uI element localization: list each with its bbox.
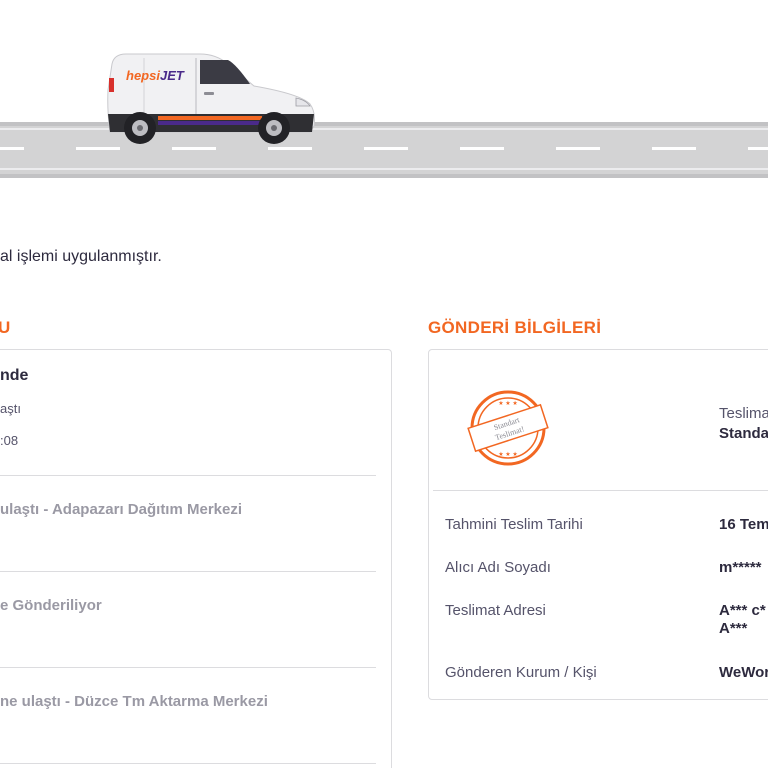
sender-label: Gönderen Kurum / Kişi — [445, 664, 597, 681]
history-divider — [0, 763, 376, 764]
road-dash — [652, 147, 696, 150]
road-dash — [748, 147, 768, 150]
notice-text: al işlemi uygulanmıştır. — [0, 248, 162, 265]
road-dash — [364, 147, 408, 150]
recipient-name-value: m***** — [719, 559, 762, 576]
delivery-type-value: Standa — [719, 425, 768, 442]
svg-text:★ ★ ★: ★ ★ ★ — [498, 451, 517, 458]
road-dash — [460, 147, 504, 150]
tracking-section-title: U — [0, 318, 11, 337]
delivery-van: hepsiJET — [107, 53, 315, 144]
road-edge — [0, 174, 768, 178]
info-divider — [433, 490, 768, 491]
svg-text:★ ★ ★: ★ ★ ★ — [498, 400, 517, 407]
delivery-address-value-line2: A*** — [719, 620, 748, 637]
road-dash — [172, 147, 216, 150]
current-status-time: :08 — [0, 433, 19, 448]
road-dash — [76, 147, 120, 150]
van-brand-first: hepsi — [126, 68, 160, 83]
delivery-address-value: A*** c* — [719, 602, 766, 619]
history-item: e Gönderiliyor — [0, 597, 102, 614]
history-divider — [0, 475, 376, 476]
svg-text:hepsiJET: hepsiJET — [126, 68, 185, 83]
van-brand-second: JET — [160, 68, 185, 83]
current-status-title: nde — [0, 367, 29, 384]
history-divider — [0, 667, 376, 668]
standard-delivery-stamp-icon: Standart Teslimat! ★ ★ ★ ★ ★ ★ — [467, 390, 549, 466]
estimated-delivery-date-value: 16 Tem — [719, 516, 768, 533]
road-dash — [556, 147, 600, 150]
delivery-address-label: Teslimat Adresi — [445, 602, 546, 619]
road-dash — [0, 147, 24, 150]
estimated-delivery-date-label: Tahmini Teslim Tarihi — [445, 516, 583, 533]
history-item: ne ulaştı - Düzce Tm Aktarma Merkezi — [0, 693, 268, 710]
road-dash — [268, 147, 312, 150]
shipment-section-title: GÖNDERİ BİLGİLERİ — [428, 318, 602, 337]
current-status-subtitle: aştı — [0, 401, 21, 416]
hero-illustration: hepsiJET — [0, 0, 768, 200]
road-edge-line — [0, 168, 768, 170]
history-item: ulaştı - Adapazarı Dağıtım Merkezi — [0, 501, 243, 518]
sender-value: WeWor — [719, 664, 768, 681]
recipient-name-label: Alıcı Adı Soyadı — [445, 559, 551, 576]
history-divider — [0, 571, 376, 572]
delivery-type-label: Teslima — [719, 405, 768, 422]
